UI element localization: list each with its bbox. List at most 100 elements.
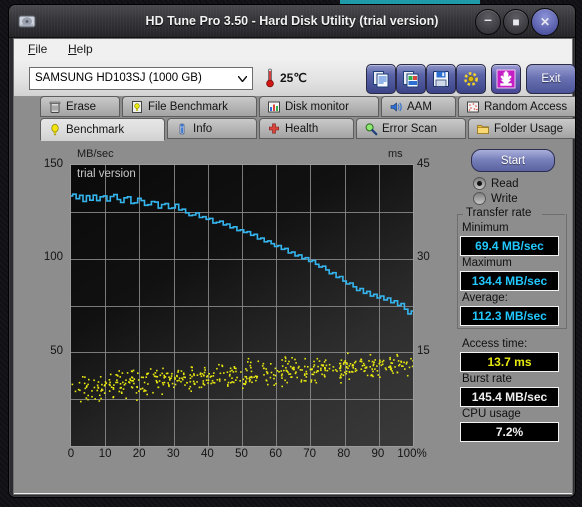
tab-label: Info [193,122,213,135]
tab-info[interactable]: Info [167,118,257,139]
menu-bar: File Help [14,39,572,61]
x-tick-4: 40 [200,448,214,460]
radio-read-label: Read [491,177,519,190]
benchmark-graph: MB/sec ms 150 100 50 45 30 15 trial vers… [25,144,450,480]
tab-benchmark[interactable]: Benchmark [40,118,165,141]
tab-folder-usage[interactable]: Folder Usage [468,118,575,139]
x-tick-7: 70 [303,448,317,460]
y-tick-left-150: 150 [43,158,63,170]
access-time-label: Access time: [462,338,528,350]
copy-text-icon[interactable] [366,64,396,94]
maximize-icon: ■ [512,15,520,29]
trial-watermark: trial version [77,168,136,180]
main-panel: SAMSUNG HD103SJ (1000 GB) 25℃ Exit Erase… [14,60,575,493]
tab-label: AAM [407,100,432,113]
tab-label: File Benchmark [148,100,228,113]
tab-health[interactable]: Health [259,118,354,139]
radio-selected-dot [477,181,482,186]
minimize-button[interactable]: – [475,9,501,35]
radio-write[interactable]: Write [473,192,518,205]
tab-label: Folder Usage [494,122,564,135]
burst-rate-value: 145.4 MB/sec [460,387,559,407]
tab-label: Random Access [484,100,568,113]
speaker-icon [389,100,403,114]
x-tick-0: 0 [67,448,75,460]
chevron-down-icon[interactable] [233,69,251,88]
tab-error-scan[interactable]: Error Scan [356,118,466,139]
maximum-label: Maximum [462,257,512,269]
tab-row-lower: Benchmark Info Health Error Scan Folder Usag… [14,118,575,141]
magnifier-icon [364,122,378,136]
exit-button[interactable]: Exit [526,64,575,94]
tab-row-upper: Erase File Benchmark Disk monitor AAM Random… [14,96,575,118]
burst-rate-label: Burst rate [462,373,512,385]
start-label: Start [500,154,526,167]
save-icon[interactable] [426,64,456,94]
y-axis-title-right: ms [388,148,403,160]
x-tick-6: 60 [269,448,282,460]
cpu-usage-label: CPU usage [462,408,521,420]
radio-read-icon [473,177,486,190]
y-tick-right-30: 30 [417,251,430,263]
y-tick-right-45: 45 [417,158,430,170]
tab-erase[interactable]: Erase [40,96,120,117]
settings-icon[interactable] [456,64,486,94]
minimum-value: 69.4 MB/sec [460,236,559,256]
average-value: 112.3 MB/sec [460,306,559,326]
random-access-icon [466,100,480,114]
menu-help-accel: H [68,42,77,56]
trash-icon [48,100,62,114]
temperature-readout: 25℃ [280,71,307,85]
y-tick-right-15: 15 [417,345,430,357]
bars-icon [267,100,281,114]
x-tick-2: 20 [132,448,146,460]
average-label: Average: [462,292,508,304]
tab-aam[interactable]: AAM [381,96,456,117]
tab-disk-monitor[interactable]: Disk monitor [259,96,379,117]
info-icon [175,122,189,136]
maximize-button[interactable]: ■ [503,9,529,35]
health-cross-icon [267,122,281,136]
menu-help-label: elp [76,42,93,56]
close-button[interactable]: ✕ [531,8,559,36]
tab-label: Health [285,122,319,135]
title-bar[interactable]: HD Tune Pro 3.50 - Hard Disk Utility (tr… [9,5,575,38]
tab-label: Disk monitor [285,100,349,113]
maximum-value: 134.4 MB/sec [460,271,559,291]
x-tick-8: 80 [337,448,351,460]
plot-svg [71,165,413,446]
y-tick-left-50: 50 [50,345,63,357]
menu-file[interactable]: File [20,41,55,58]
minimum-label: Minimum [462,222,509,234]
y-axis-title-left: MB/sec [77,148,114,160]
bulb-icon [48,123,62,137]
access-time-value: 13.7 ms [460,352,559,372]
tab-file-benchmark[interactable]: File Benchmark [122,96,257,117]
cpu-usage-value: 7.2% [460,422,559,442]
group-border-right [542,214,565,215]
radio-write-icon [473,192,486,205]
file-benchmark-icon [130,100,144,114]
radio-read[interactable]: Read [473,177,519,190]
close-icon: ✕ [539,15,551,29]
drive-select[interactable]: SAMSUNG HD103SJ (1000 GB) [29,67,253,90]
radio-write-label: Write [491,192,518,205]
minimize-icon: – [484,11,492,27]
x-tick-3: 30 [166,448,180,460]
folder-icon [476,122,490,136]
group-border-left [457,214,463,215]
transfer-rate-legend: Transfer rate [464,207,534,219]
thermometer-icon [264,68,276,88]
tab-random-access[interactable]: Random Access [458,96,575,117]
menu-file-label: ile [35,42,48,56]
plot-area: trial version [70,164,414,447]
toolbar: SAMSUNG HD103SJ (1000 GB) 25℃ Exit [14,60,575,97]
x-tick-10: 100% [397,448,427,460]
menu-help[interactable]: Help [60,41,101,58]
tab-label: Error Scan [382,122,437,135]
download-icon[interactable] [491,64,521,94]
hd-tune-window: HD Tune Pro 3.50 - Hard Disk Utility (tr… [8,4,576,498]
start-button[interactable]: Start [471,149,555,172]
tab-label: Erase [66,100,97,113]
copy-image-icon[interactable] [396,64,426,94]
